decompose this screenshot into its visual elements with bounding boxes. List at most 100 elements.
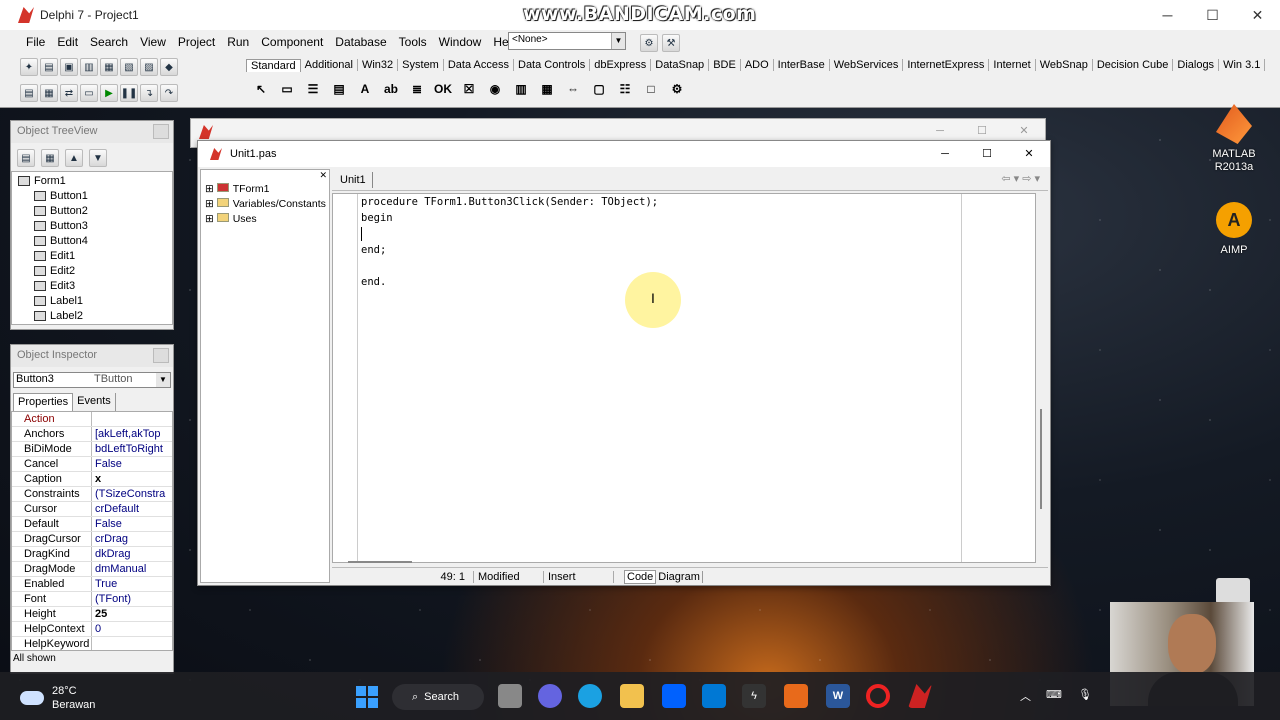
chevron-down-icon[interactable]: ▼	[611, 33, 625, 49]
expand-icon[interactable]: ⊞	[205, 198, 217, 210]
file-explorer-icon[interactable]	[620, 684, 644, 708]
desktop-icon-aimp[interactable]: A AIMP	[1204, 202, 1264, 256]
tab-code[interactable]: Code	[624, 569, 657, 584]
memo-icon[interactable]: ≣	[406, 78, 428, 100]
property-row[interactable]: Constraints (TSizeConstra	[12, 487, 172, 502]
dropbox-icon[interactable]	[662, 684, 686, 708]
property-row[interactable]: Font (TFont)	[12, 592, 172, 607]
new-icon[interactable]: ✦	[20, 58, 38, 76]
arrow-down-icon[interactable]: ▼	[89, 149, 107, 167]
chevron-up-icon[interactable]: ︿	[1020, 688, 1031, 704]
mainmenu-icon[interactable]: ☰	[302, 78, 324, 100]
minimize-icon[interactable]: ─	[1145, 0, 1190, 30]
open-project-icon[interactable]: ▦	[100, 58, 118, 76]
step-over-icon[interactable]: ↷	[160, 84, 178, 102]
menu-run[interactable]: Run	[221, 35, 255, 49]
explorer-item[interactable]: ⊞ Variables/Constants	[201, 197, 329, 212]
tree-item[interactable]: Label3	[14, 324, 170, 325]
microphone-icon[interactable]: 🎙	[1078, 688, 1092, 701]
mail-icon[interactable]	[702, 684, 726, 708]
bandicam-icon[interactable]	[866, 684, 890, 708]
palette-tab-internet[interactable]: Internet	[989, 59, 1036, 71]
keyboard-icon[interactable]: ⌨	[1046, 688, 1062, 701]
desktop-save-icon[interactable]: ⚙	[640, 34, 658, 52]
run-icon[interactable]: ▶	[100, 84, 118, 102]
close-icon[interactable]	[153, 124, 169, 139]
property-row[interactable]: DragKind dkDrag	[12, 547, 172, 562]
tree-item[interactable]: Button3	[14, 219, 170, 234]
remove-file-icon[interactable]: ▨	[140, 58, 158, 76]
tree-item[interactable]: Label2	[14, 309, 170, 324]
save-icon[interactable]: ▣	[60, 58, 78, 76]
tab-diagram[interactable]: Diagram	[656, 570, 703, 583]
code-area[interactable]: procedure TForm1.Button3Click(Sender: TO…	[332, 193, 1036, 563]
popupmenu-icon[interactable]: ▤	[328, 78, 350, 100]
help-icon[interactable]: ◆	[160, 58, 178, 76]
maximize-icon[interactable]: ☐	[1190, 0, 1235, 30]
weather-widget[interactable]: 28°C Berawan	[20, 684, 95, 712]
property-row[interactable]: Enabled True	[12, 577, 172, 592]
expand-icon[interactable]: ⊞	[205, 183, 217, 195]
property-row[interactable]: Height 25	[12, 607, 172, 622]
palette-tab-decision-cube[interactable]: Decision Cube	[1093, 59, 1174, 71]
tree-item[interactable]: Form1	[14, 174, 170, 189]
palette-tab-system[interactable]: System	[398, 59, 444, 71]
property-row[interactable]: Default False	[12, 517, 172, 532]
panel-icon[interactable]: □	[640, 78, 662, 100]
tree-item[interactable]: Edit2	[14, 264, 170, 279]
vertical-scrollbar[interactable]	[1038, 193, 1048, 563]
palette-tab-interbase[interactable]: InterBase	[774, 59, 830, 71]
maximize-icon[interactable]: ☐	[966, 141, 1008, 167]
menu-database[interactable]: Database	[329, 35, 392, 49]
menu-file[interactable]: File	[20, 35, 51, 49]
desktop-set-icon[interactable]: ⚒	[662, 34, 680, 52]
pointer-icon[interactable]: ↖	[250, 78, 272, 100]
explorer-item[interactable]: ⊞ TForm1	[201, 182, 329, 197]
chevron-down-icon[interactable]: ▼	[156, 373, 170, 387]
combobox-icon[interactable]: ▦	[536, 78, 558, 100]
menu-window[interactable]: Window	[433, 35, 488, 49]
palette-tab-win32[interactable]: Win32	[358, 59, 399, 71]
new-form-icon[interactable]: ▭	[80, 84, 98, 102]
palette-tab-websnap[interactable]: WebSnap	[1036, 59, 1093, 71]
property-row[interactable]: Cursor crDefault	[12, 502, 172, 517]
matlab-icon[interactable]	[784, 684, 808, 708]
trace-into-icon[interactable]: ↴	[140, 84, 158, 102]
palette-tab-data-access[interactable]: Data Access	[444, 59, 514, 71]
palette-tab-dialogs[interactable]: Dialogs	[1173, 59, 1220, 71]
tab-unit1[interactable]: Unit1	[334, 172, 373, 188]
checkbox-icon[interactable]: ☒	[458, 78, 480, 100]
property-row[interactable]: HelpContext 0	[12, 622, 172, 637]
menu-project[interactable]: Project	[172, 35, 221, 49]
scrollbar-icon[interactable]: ⇔	[562, 78, 584, 100]
view-unit-icon[interactable]: ▤	[20, 84, 38, 102]
palette-tab-datasnap[interactable]: DataSnap	[651, 59, 710, 71]
palette-tab-dbexpress[interactable]: dbExpress	[590, 59, 652, 71]
close-icon[interactable]	[153, 348, 169, 363]
property-row[interactable]: Action	[12, 412, 172, 427]
palette-tab-ado[interactable]: ADO	[741, 59, 774, 71]
word-icon[interactable]: W	[826, 684, 850, 708]
open-icon[interactable]: ▤	[40, 58, 58, 76]
palette-tab-internetexpress[interactable]: InternetExpress	[903, 59, 990, 71]
view-form-icon[interactable]: ▦	[40, 84, 58, 102]
desktop-icon-matlab[interactable]: MATLAB R2013a	[1204, 104, 1264, 174]
lightning-app-icon[interactable]: ϟ	[742, 684, 766, 708]
property-row[interactable]: HelpKeyword	[12, 637, 172, 650]
arrow-right-icon[interactable]: ⇨	[1022, 173, 1031, 185]
save-all-icon[interactable]: ▥	[80, 58, 98, 76]
tree-item[interactable]: Button2	[14, 204, 170, 219]
task-view-icon[interactable]	[498, 684, 522, 708]
close-icon[interactable]: ✕	[319, 170, 327, 181]
arrow-up-icon[interactable]: ▲	[65, 149, 83, 167]
menu-tools[interactable]: Tools	[393, 35, 433, 49]
palette-tab-win-3-1[interactable]: Win 3.1	[1219, 59, 1266, 71]
actionlist-icon[interactable]: ⚙	[666, 78, 688, 100]
listbox-icon[interactable]: ▥	[510, 78, 532, 100]
property-row[interactable]: Anchors [akLeft,akTop	[12, 427, 172, 442]
property-row[interactable]: DragMode dmManual	[12, 562, 172, 577]
tree-item[interactable]: Button1	[14, 189, 170, 204]
windows-start-icon[interactable]	[356, 686, 378, 708]
radiogroup-icon[interactable]: ☷	[614, 78, 636, 100]
tree-item[interactable]: Edit3	[14, 279, 170, 294]
